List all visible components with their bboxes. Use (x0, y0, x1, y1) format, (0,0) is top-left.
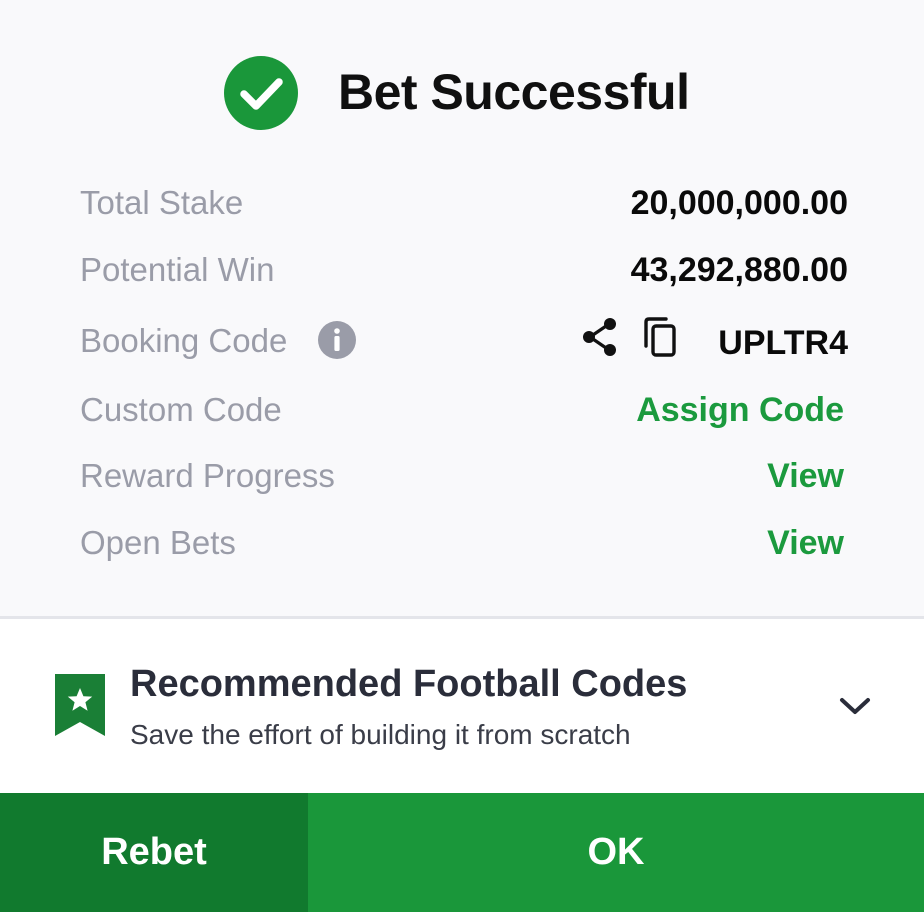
recommended-codes-card[interactable]: Recommended Football Codes Save the effo… (0, 619, 924, 793)
copy-icon[interactable] (640, 316, 680, 358)
custom-code-row: Custom Code Assign Code (80, 383, 848, 433)
booking-code-value[interactable]: UPLTR4 (718, 324, 848, 363)
page-title: Bet Successful (338, 64, 690, 120)
assign-code-link[interactable]: Assign Code (636, 391, 844, 430)
reward-progress-label: Reward Progress (80, 457, 335, 494)
ok-button[interactable]: OK (308, 793, 924, 912)
bet-success-screen: Bet Successful Total Stake 20,000,000.00… (0, 0, 924, 912)
open-bets-view-link[interactable]: View (767, 524, 844, 563)
potential-win-row: Potential Win 43,292,880.00 (80, 243, 848, 293)
check-circle-icon (224, 56, 298, 130)
total-stake-row: Total Stake 20,000,000.00 (80, 176, 848, 226)
reward-progress-view-link[interactable]: View (767, 457, 844, 496)
chevron-down-icon[interactable] (836, 691, 874, 721)
rebet-button[interactable]: Rebet (0, 793, 308, 912)
recommended-title: Recommended Football Codes (130, 663, 688, 705)
header: Bet Successful (0, 50, 924, 136)
open-bets-row: Open Bets View (80, 516, 848, 566)
reward-progress-row: Reward Progress View (80, 449, 848, 499)
open-bets-label: Open Bets (80, 524, 236, 561)
total-stake-value: 20,000,000.00 (630, 184, 848, 222)
potential-win-value: 43,292,880.00 (630, 251, 848, 289)
recommended-subtitle: Save the effort of building it from scra… (130, 719, 631, 750)
booking-code-row: Booking Code UPLTR4 (80, 314, 848, 364)
share-icon[interactable] (580, 316, 620, 358)
total-stake-label: Total Stake (80, 184, 244, 221)
custom-code-label: Custom Code (80, 391, 282, 428)
bookmark-star-icon (55, 674, 105, 736)
potential-win-label: Potential Win (80, 251, 275, 288)
info-icon[interactable] (317, 320, 357, 360)
booking-code-label: Booking Code (80, 322, 288, 359)
